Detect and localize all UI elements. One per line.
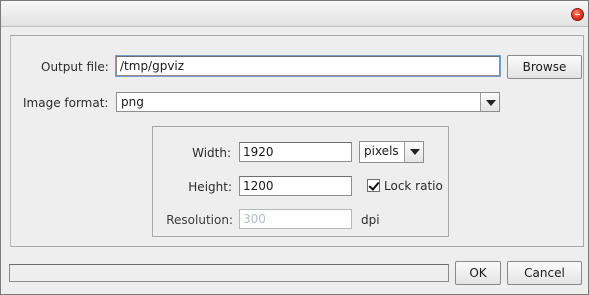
resolution-label: Resolution: <box>166 213 233 227</box>
resolution-unit-label: dpi <box>361 213 380 227</box>
image-format-value: png <box>121 95 144 109</box>
chevron-down-icon[interactable] <box>480 93 499 111</box>
progress-bar <box>9 264 449 282</box>
ok-button[interactable]: OK <box>455 261 501 285</box>
lock-ratio-label: Lock ratio <box>384 179 443 193</box>
close-icon[interactable] <box>571 8 584 21</box>
cancel-button[interactable]: Cancel <box>507 261 582 285</box>
width-input[interactable]: 1920 <box>239 142 352 162</box>
height-label: Height: <box>188 180 232 194</box>
width-label: Width: <box>192 146 231 160</box>
resolution-input: 300 <box>239 209 352 229</box>
export-dialog: Output file: /tmp/gpviz Browse Image for… <box>0 0 589 295</box>
browse-button[interactable]: Browse <box>507 55 582 79</box>
image-format-label: Image format: <box>23 96 109 110</box>
title-bar <box>1 1 588 27</box>
lock-ratio-checkbox[interactable] <box>367 179 380 192</box>
output-file-label: Output file: <box>41 60 109 74</box>
height-input[interactable]: 1200 <box>239 176 352 196</box>
unit-select[interactable]: pixels <box>359 141 424 163</box>
image-format-select[interactable]: png <box>116 92 500 112</box>
unit-value: pixels <box>364 144 399 158</box>
chevron-down-icon[interactable] <box>404 142 423 162</box>
output-file-input[interactable]: /tmp/gpviz <box>115 55 501 77</box>
